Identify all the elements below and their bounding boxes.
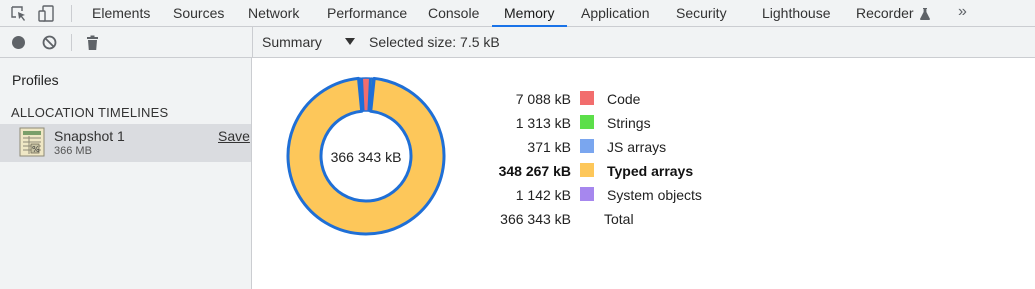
svg-text:%: % (32, 145, 40, 154)
legend-value-total: 366 343 kB (500, 211, 571, 227)
toolbar-separator (71, 34, 72, 51)
snapshot-size: 366 MB (54, 145, 92, 157)
tab-security[interactable]: Security (676, 0, 727, 26)
tab-sources[interactable]: Sources (173, 0, 224, 26)
legend-row-strings: 1 313 kB Strings (483, 113, 743, 133)
tab-recorder-label: Recorder (856, 5, 914, 21)
legend-value-strings: 1 313 kB (515, 115, 571, 131)
legend-value-code: 7 088 kB (515, 91, 571, 107)
legend-label-code: Code (607, 91, 641, 107)
record-icon[interactable] (11, 35, 26, 50)
legend-swatch-js-arrays (580, 139, 594, 153)
legend-label-strings: Strings (607, 115, 651, 131)
view-select[interactable]: Summary (262, 27, 322, 57)
experimental-flask-icon (919, 2, 930, 28)
donut-center-total: 366 343 kB (330, 149, 402, 165)
legend-swatch-typed-arrays (580, 163, 594, 177)
snapshot-profile-icon: % (19, 127, 45, 157)
summary-panel: 366 343 kB 7 088 kB Code 1 313 kB Strings 37… (253, 58, 1035, 289)
section-title: ALLOCATION TIMELINES (11, 105, 169, 120)
legend-row-total: 366 343 kB Total (483, 209, 743, 229)
tab-memory[interactable]: Memory (492, 0, 567, 27)
trash-icon[interactable] (85, 35, 100, 50)
legend-row-system-objects: 1 142 kB System objects (483, 185, 743, 205)
tab-performance[interactable]: Performance (327, 0, 407, 26)
memory-toolbar: Summary Selected size: 7.5 kB (0, 27, 1035, 58)
tab-console[interactable]: Console (428, 0, 479, 26)
sidebar-divider (252, 27, 253, 57)
legend-swatch-system-objects (580, 187, 594, 201)
tab-application[interactable]: Application (581, 0, 650, 26)
profiles-title: Profiles (12, 72, 59, 88)
legend-value-js-arrays: 371 kB (527, 139, 571, 155)
tab-lighthouse[interactable]: Lighthouse (762, 0, 831, 26)
devtools-tab-bar: Elements Sources Network Performance Con… (0, 0, 1035, 27)
snapshot-name: Snapshot 1 (54, 128, 125, 144)
tab-network[interactable]: Network (248, 0, 299, 26)
legend-label-js-arrays: JS arrays (607, 139, 667, 155)
legend-label-system-objects: System objects (607, 187, 702, 203)
more-tabs-button[interactable]: » (958, 0, 967, 26)
legend-label-total: Total (604, 211, 634, 227)
selected-size-label: Selected size: 7.5 kB (369, 34, 500, 50)
clear-icon[interactable] (42, 35, 57, 50)
chevron-down-icon[interactable] (345, 38, 355, 45)
legend-label-typed-arrays: Typed arrays (607, 163, 694, 179)
save-snapshot-link[interactable]: Save (218, 128, 250, 144)
legend-value-system-objects: 1 142 kB (515, 187, 571, 203)
legend-swatch-code (580, 91, 594, 105)
tab-bar-separator (71, 5, 72, 22)
legend-row-typed-arrays: 348 267 kB Typed arrays (483, 161, 743, 181)
legend-row-code: 7 088 kB Code (483, 89, 743, 109)
device-toolbar-icon[interactable] (38, 5, 56, 22)
legend-value-typed-arrays: 348 267 kB (498, 163, 571, 179)
profiles-sidebar: Profiles ALLOCATION TIMELINES % Snapshot… (0, 58, 252, 289)
snapshot-item[interactable]: % Snapshot 1 366 MB Save (0, 124, 251, 162)
legend-swatch-strings (580, 115, 594, 129)
legend-row-js-arrays: 371 kB JS arrays (483, 137, 743, 157)
inspect-element-icon[interactable] (10, 5, 28, 22)
tab-recorder[interactable]: Recorder (856, 0, 930, 26)
tab-elements[interactable]: Elements (92, 0, 150, 26)
